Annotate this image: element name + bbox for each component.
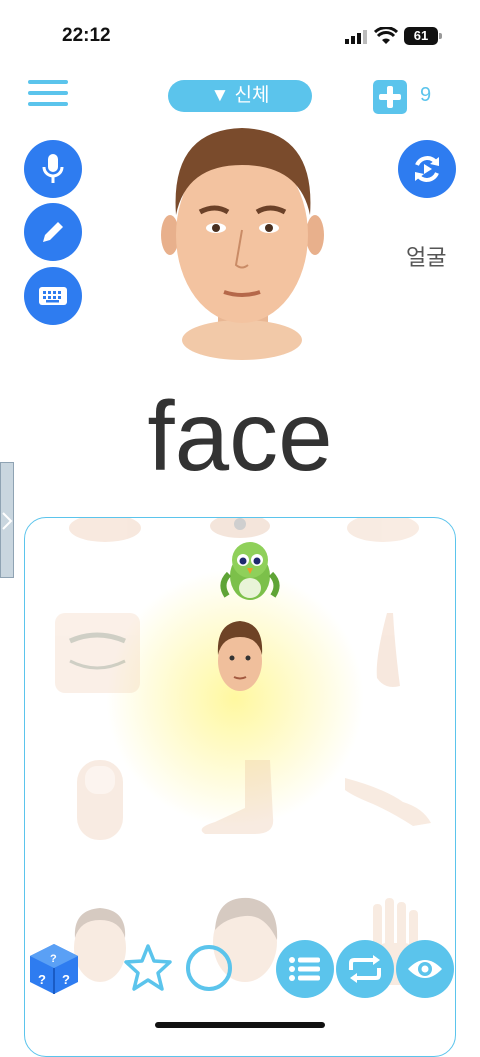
bird-mascot[interactable] [219,534,281,608]
category-dropdown[interactable]: ▼ 신체 [168,80,312,112]
microphone-icon [42,154,64,183]
dice-icon[interactable]: ? ? ? [26,940,82,996]
keyboard-button[interactable] [24,267,82,325]
arm-tile[interactable] [343,768,433,833]
cell-signal-icon [345,30,367,44]
pencil-button[interactable] [24,203,82,261]
english-word: face [147,381,333,491]
status-time: 22:12 [62,25,111,46]
list-icon [289,957,320,981]
refresh-button[interactable] [398,140,456,198]
face-illustration [161,128,324,360]
svg-text:?: ? [62,972,70,987]
finger-tile[interactable] [65,758,135,843]
circle-icon[interactable] [183,942,235,994]
chevron-right-icon [2,512,13,530]
pencil-icon [43,222,63,242]
microphone-button[interactable] [24,140,82,198]
korean-word: 얼굴 [406,245,447,270]
menu-icon[interactable] [28,80,68,110]
home-indicator [155,1022,325,1028]
list-button[interactable] [276,940,334,998]
mouth-tile[interactable] [343,518,423,548]
refresh-icon [415,156,439,182]
star-icon[interactable] [122,942,174,994]
repeat-icon [349,955,381,983]
wifi-icon [374,27,398,44]
word-count: 9 [420,84,432,106]
closed-eye-tile[interactable] [55,613,140,693]
eye-icon [408,960,442,978]
eye-button[interactable] [396,940,454,998]
face-tile[interactable] [210,613,270,698]
side-drawer-handle[interactable] [0,462,14,578]
repeat-button[interactable] [336,940,394,998]
foot-tile[interactable] [195,758,285,838]
svg-text:?: ? [38,972,46,987]
hand-tile[interactable] [65,518,145,548]
nose-tile[interactable] [365,608,415,698]
battery-indicator: 61 [404,27,442,45]
keyboard-icon [39,287,67,305]
svg-text:?: ? [50,953,57,965]
plus-icon[interactable] [373,80,407,114]
